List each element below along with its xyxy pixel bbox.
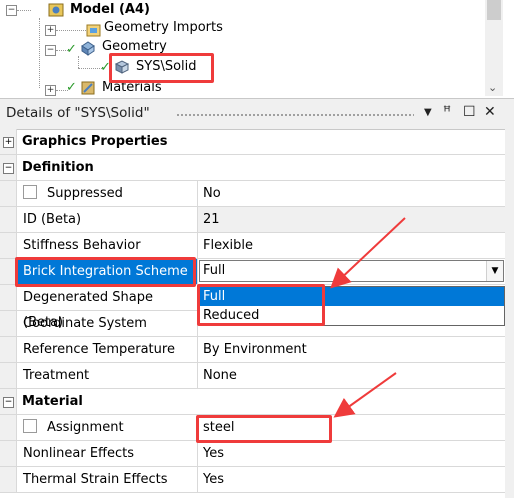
row-id: ID (Beta) 21 xyxy=(0,207,505,233)
coordinate-system-label: Coordinate System xyxy=(17,311,198,336)
treatment-value[interactable]: None xyxy=(198,363,505,388)
brick-integration-label[interactable]: Brick Integration Scheme xyxy=(17,259,198,284)
section-material-label: Material xyxy=(22,394,83,409)
stiffness-value[interactable]: Flexible xyxy=(198,233,505,258)
pin-icon[interactable]: ꟸ xyxy=(443,104,451,120)
nonlinear-effects-value[interactable]: Yes xyxy=(198,441,505,466)
brick-integration-combobox[interactable]: Full ▼ xyxy=(199,260,504,282)
suppressed-value[interactable]: No xyxy=(198,181,505,206)
expand-geometry-imports-toggle[interactable]: + xyxy=(45,25,56,36)
suppressed-label: Suppressed xyxy=(47,186,123,201)
row-suppressed: Suppressed No xyxy=(0,181,505,207)
expand-section-icon[interactable]: + xyxy=(3,137,14,148)
collapse-model-toggle[interactable]: − xyxy=(6,5,17,16)
dropdown-menu-icon[interactable]: ▼ xyxy=(424,107,432,118)
section-definition[interactable]: − Definition xyxy=(0,155,505,181)
suppressed-checkbox[interactable] xyxy=(23,185,37,199)
details-header: Details of "SYS\Solid" ▼ ꟸ ☐ ✕ xyxy=(0,98,514,130)
solid-body-icon xyxy=(114,60,130,74)
option-reduced[interactable]: Reduced xyxy=(200,306,504,325)
id-label: ID (Beta) xyxy=(17,207,198,232)
row-reference-temperature: Reference Temperature By Environment xyxy=(0,337,505,363)
row-nonlinear-effects: Nonlinear Effects Yes xyxy=(0,441,505,467)
reference-temperature-value[interactable]: By Environment xyxy=(198,337,505,362)
materials-icon xyxy=(81,81,95,95)
id-value: 21 xyxy=(198,207,505,232)
nonlinear-effects-label: Nonlinear Effects xyxy=(17,441,198,466)
row-thermal-strain: Thermal Strain Effects Yes xyxy=(0,467,505,493)
tree-geometry-label[interactable]: Geometry xyxy=(102,37,167,57)
tree-geometry-imports-label[interactable]: Geometry Imports xyxy=(104,18,223,38)
row-assignment: Assignment steel xyxy=(0,415,505,441)
thermal-strain-value[interactable]: Yes xyxy=(198,467,505,492)
combobox-value: Full xyxy=(203,263,226,278)
degenerated-label: Degenerated Shape (Beta) xyxy=(17,285,198,330)
tree-scroll-thumb[interactable] xyxy=(487,0,501,20)
expand-materials-toggle[interactable]: + xyxy=(45,85,56,96)
chevron-down-icon[interactable]: ▼ xyxy=(486,261,503,281)
tree-scrollbar[interactable]: ⌄ xyxy=(485,0,503,96)
stiffness-label: Stiffness Behavior xyxy=(17,233,198,258)
assignment-label: Assignment xyxy=(47,420,124,435)
title-grip xyxy=(176,113,414,117)
outline-tree: − Model (A4) + Geometry Imports − ✓ Geom… xyxy=(0,0,514,96)
tree-materials-label[interactable]: Materials xyxy=(102,78,162,98)
close-icon[interactable]: ✕ xyxy=(484,104,496,120)
section-graphics-label: Graphics Properties xyxy=(22,134,168,149)
maximize-icon[interactable]: ☐ xyxy=(463,104,476,120)
solid-check-icon: ✓ xyxy=(100,60,111,75)
option-full[interactable]: Full xyxy=(200,287,504,306)
geometry-check-icon: ✓ xyxy=(66,42,77,57)
brick-integration-dropdown-list[interactable]: Full Reduced xyxy=(199,286,505,326)
tree-solid-label[interactable]: SYS\Solid xyxy=(136,57,197,77)
row-treatment: Treatment None xyxy=(0,363,505,389)
collapse-section-icon[interactable]: − xyxy=(3,163,14,174)
assignment-value[interactable]: steel xyxy=(198,415,505,440)
row-stiffness: Stiffness Behavior Flexible xyxy=(0,233,505,259)
reference-temperature-label: Reference Temperature xyxy=(17,337,198,362)
tree-model-label[interactable]: Model (A4) xyxy=(70,0,150,20)
section-graphics-properties[interactable]: + Graphics Properties xyxy=(0,129,505,155)
thermal-strain-label: Thermal Strain Effects xyxy=(17,467,198,492)
model-icon xyxy=(48,3,64,17)
materials-check-icon: ✓ xyxy=(66,80,77,95)
geometry-imports-icon xyxy=(86,24,101,37)
treatment-label: Treatment xyxy=(17,363,198,388)
section-definition-label: Definition xyxy=(22,160,94,175)
section-material[interactable]: − Material xyxy=(0,389,505,415)
details-title: Details of "SYS\Solid" xyxy=(6,105,150,121)
assignment-checkbox[interactable] xyxy=(23,419,37,433)
geometry-icon xyxy=(81,41,95,56)
collapse-section-icon[interactable]: − xyxy=(3,397,14,408)
grid-right-edge xyxy=(505,129,514,498)
scroll-down-icon[interactable]: ⌄ xyxy=(488,81,497,94)
collapse-geometry-toggle[interactable]: − xyxy=(45,45,56,56)
